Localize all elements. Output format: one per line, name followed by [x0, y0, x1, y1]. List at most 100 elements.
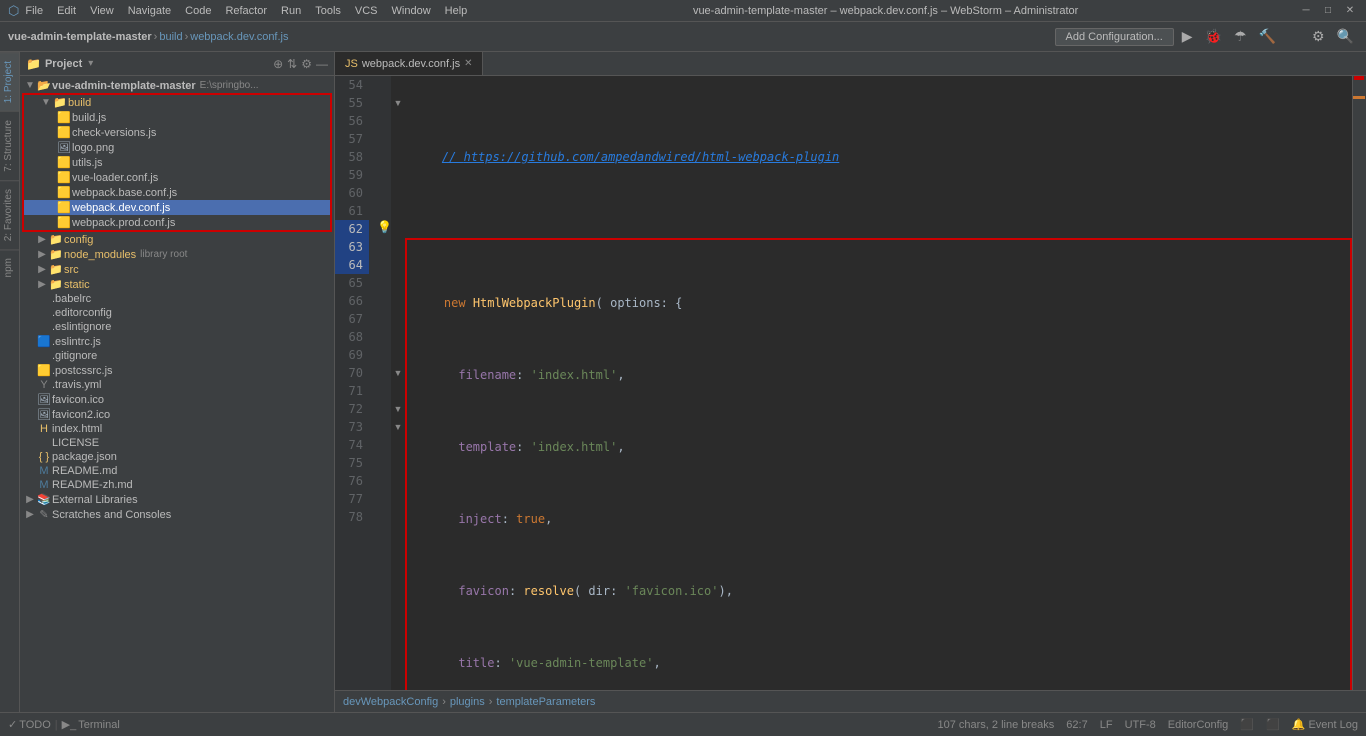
tree-postcssrc[interactable]: 🟨 .postcssrc.js [20, 363, 334, 378]
tree-eslintignore[interactable]: .eslintignore [20, 320, 334, 334]
add-configuration-button[interactable]: Add Configuration... [1055, 28, 1174, 46]
menu-navigate[interactable]: Navigate [122, 5, 177, 17]
bc-plugins[interactable]: plugins [450, 696, 485, 708]
coverage-button[interactable]: ☂ [1230, 26, 1251, 47]
right-scroll-gutter[interactable] [1352, 76, 1366, 690]
event-log-button[interactable]: 🔔 Event Log [1292, 718, 1358, 731]
menu-edit[interactable]: Edit [51, 5, 82, 17]
bottom-breadcrumb: devWebpackConfig › plugins › templatePar… [335, 690, 1366, 712]
error-mark-top [1354, 76, 1364, 80]
editor-area: JS webpack.dev.conf.js ✕ 54 55 56 57 58 … [335, 52, 1366, 712]
gutter-75: 75 [335, 454, 369, 472]
tree-static[interactable]: ▶ 📁 static [20, 277, 334, 292]
expand-all-icon[interactable]: ⇅ [287, 57, 297, 71]
chevron-right-icon: ▶ [36, 249, 48, 260]
editor-config[interactable]: EditorConfig [1168, 719, 1229, 731]
bc-devwebpackconfig[interactable]: devWebpackConfig [343, 696, 438, 708]
menu-tools[interactable]: Tools [309, 5, 347, 17]
breadcrumb-file[interactable]: webpack.dev.conf.js [190, 31, 288, 43]
collapse-icon[interactable]: — [316, 57, 328, 71]
tree-vue-loader[interactable]: 🟨 vue-loader.conf.js [24, 170, 330, 185]
tree-favicon[interactable]: 🖼 favicon.ico [20, 392, 334, 407]
terminal-button[interactable]: ▶_ Terminal [62, 718, 120, 731]
tree-editorconfig[interactable]: .editorconfig [20, 306, 334, 320]
menu-code[interactable]: Code [179, 5, 217, 17]
project-tree: ▼ 📂 vue-admin-template-master E:\springb… [20, 76, 334, 712]
panel-settings-icon[interactable]: ⚙ [301, 57, 312, 71]
menu-refactor[interactable]: Refactor [219, 5, 273, 17]
window-icon-area: ⬡ [8, 3, 19, 19]
fold-55[interactable]: ▼ [391, 94, 405, 112]
tree-readme-zh[interactable]: M README-zh.md [20, 478, 334, 492]
bc-templateparameters[interactable]: templateParameters [496, 696, 595, 708]
fold-70[interactable]: ▼ [391, 364, 405, 382]
tree-logo-png[interactable]: 🖼 logo.png [24, 140, 330, 155]
menu-view[interactable]: View [84, 5, 120, 17]
tab-webpack-dev[interactable]: JS webpack.dev.conf.js ✕ [335, 52, 483, 75]
close-button[interactable]: ✕ [1342, 5, 1358, 16]
yellow-bulb-icon[interactable]: 💡 [377, 220, 392, 234]
editor-tabs: JS webpack.dev.conf.js ✕ [335, 52, 1366, 76]
encoding[interactable]: UTF-8 [1125, 719, 1156, 731]
tree-babelrc[interactable]: .babelrc [20, 292, 334, 306]
todo-button[interactable]: ✓ TODO [8, 718, 51, 731]
code-editor[interactable]: 54 55 56 57 58 59 60 61 62 63 64 65 66 6… [335, 76, 1366, 690]
run-button[interactable]: ▶ [1178, 26, 1197, 47]
code-content[interactable]: // https://github.com/ampedandwired/html… [405, 76, 1352, 690]
sidebar-item-npm[interactable]: npm [0, 249, 19, 285]
tree-node-modules[interactable]: ▶ 📁 node_modules library root [20, 247, 334, 262]
menu-help[interactable]: Help [439, 5, 474, 17]
tree-index-html[interactable]: H index.html [20, 422, 334, 436]
tree-utils-js[interactable]: 🟨 utils.js [24, 155, 330, 170]
tree-readme-zh-label: README-zh.md [52, 479, 133, 491]
search-everywhere-button[interactable]: 🔍 [1333, 26, 1358, 47]
locate-icon[interactable]: ⊕ [273, 57, 283, 71]
menu-run[interactable]: Run [275, 5, 307, 17]
debug-button[interactable]: 🐞 [1201, 26, 1226, 47]
tab-close-button[interactable]: ✕ [464, 58, 472, 69]
tree-license[interactable]: LICENSE [20, 436, 334, 450]
panel-dropdown-icon[interactable]: ▾ [88, 58, 93, 69]
menu-window[interactable]: Window [386, 5, 437, 17]
minimize-button[interactable]: ─ [1298, 5, 1314, 16]
fold-72[interactable]: ▼ [391, 400, 405, 418]
tree-favicon2[interactable]: 🖼 favicon2.ico [20, 407, 334, 422]
tree-eslintignore-label: .eslintignore [52, 321, 111, 333]
tree-root[interactable]: ▼ 📂 vue-admin-template-master E:\springb… [20, 78, 334, 93]
tree-check-versions[interactable]: 🟨 check-versions.js [24, 125, 330, 140]
status-bar: ✓ TODO | ▶_ Terminal 107 chars, 2 line b… [0, 712, 1366, 736]
tree-config[interactable]: ▶ 📁 config [20, 232, 334, 247]
tree-gitignore[interactable]: .gitignore [20, 349, 334, 363]
tree-eslintrc[interactable]: 🟦 .eslintrc.js [20, 334, 334, 349]
fold-73[interactable]: ▼ [391, 418, 405, 436]
sidebar-item-project[interactable]: 1: Project [0, 52, 19, 111]
tree-eslintrc-label: .eslintrc.js [52, 336, 101, 348]
line-ending[interactable]: LF [1100, 719, 1113, 731]
maximize-button[interactable]: □ [1320, 5, 1336, 16]
tree-webpack-base[interactable]: 🟨 webpack.base.conf.js [24, 185, 330, 200]
tree-webpack-prod[interactable]: 🟨 webpack.prod.conf.js [24, 215, 330, 230]
tree-external-libs[interactable]: ▶ 📚 External Libraries [20, 492, 334, 507]
menu-file[interactable]: File [19, 5, 49, 17]
tree-build-js[interactable]: 🟨 build.js [24, 110, 330, 125]
tree-travis[interactable]: Y .travis.yml [20, 378, 334, 392]
tree-scratches[interactable]: ▶ ✎ Scratches and Consoles [20, 507, 334, 522]
app-window: ⬡ File Edit View Navigate Code Refactor … [0, 0, 1366, 736]
menu-vcs[interactable]: VCS [349, 5, 384, 17]
build-section-highlight: ▼ 📁 build 🟨 build.js 🟨 check-versions.js… [22, 93, 332, 232]
project-icon: 📂 [36, 79, 52, 92]
tree-webpack-dev[interactable]: 🟨 webpack.dev.conf.js [24, 200, 330, 215]
sidebar-item-structure[interactable]: 7: Structure [0, 111, 19, 180]
build-button[interactable]: 🔨 [1255, 26, 1280, 47]
tree-package-json[interactable]: { } package.json [20, 450, 334, 464]
tree-src[interactable]: ▶ 📁 src [20, 262, 334, 277]
settings-button[interactable]: ⚙ [1308, 26, 1329, 47]
cursor-position[interactable]: 62:7 [1066, 719, 1087, 731]
gutter-72: 72 [335, 400, 369, 418]
tree-readme[interactable]: M README.md [20, 464, 334, 478]
breadcrumb-root[interactable]: vue-admin-template-master [8, 31, 152, 43]
sidebar-item-favorites[interactable]: 2: Favorites [0, 180, 19, 249]
tree-readme-label: README.md [52, 465, 117, 477]
breadcrumb-build[interactable]: build [159, 31, 182, 43]
tree-build-folder[interactable]: ▼ 📁 build [24, 95, 330, 110]
